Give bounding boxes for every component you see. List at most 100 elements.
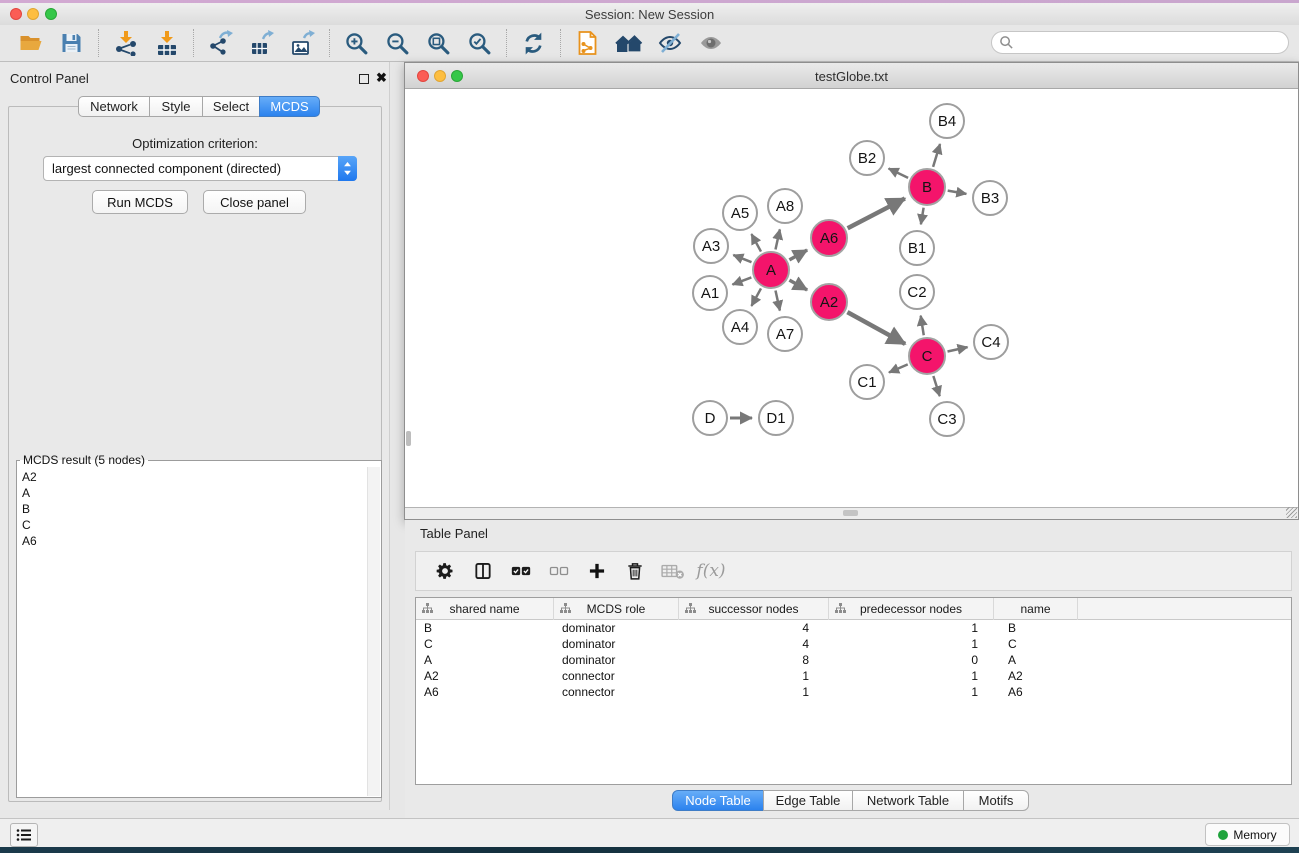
close-panel-icon[interactable]: ✖: [376, 70, 387, 86]
graph-node-A4[interactable]: A4: [722, 309, 758, 345]
memory-button[interactable]: Memory: [1205, 823, 1290, 846]
import-network-from-file-icon[interactable]: [107, 27, 144, 59]
graph-node-D1[interactable]: D1: [758, 400, 794, 436]
search-box[interactable]: [991, 31, 1289, 54]
graph-node-B3[interactable]: B3: [972, 180, 1008, 216]
mcds-result-item[interactable]: A6: [22, 533, 367, 549]
table-cell[interactable]: B: [416, 620, 554, 636]
graph-edge-B-B2[interactable]: [889, 168, 908, 177]
hide-details-icon[interactable]: [651, 27, 688, 59]
search-input[interactable]: [1014, 34, 1288, 52]
table-cell[interactable]: 1: [829, 684, 994, 700]
graph-node-B4[interactable]: B4: [929, 103, 965, 139]
zoom-fit-icon[interactable]: [420, 27, 457, 59]
graph-edge-A6-B[interactable]: [848, 199, 905, 229]
network-canvas[interactable]: B4B2BB3A8A5A6A3B1AA1C2A2A4A7C4CC1C3DD1: [405, 89, 1298, 507]
table-row[interactable]: Cdominator41C: [416, 636, 1291, 652]
network-window-titlebar[interactable]: testGlobe.txt: [405, 63, 1298, 89]
graph-edge-C-C2[interactable]: [921, 316, 924, 336]
table-settings-gear-icon[interactable]: [428, 556, 462, 586]
table-cell[interactable]: A2: [994, 668, 1078, 684]
mcds-result-item[interactable]: C: [22, 517, 367, 533]
add-column-icon[interactable]: [580, 556, 614, 586]
graph-node-A3[interactable]: A3: [693, 228, 729, 264]
graph-edge-B-B3[interactable]: [948, 191, 967, 194]
mcds-result-item[interactable]: B: [22, 501, 367, 517]
table-cell[interactable]: 1: [679, 668, 829, 684]
graph-node-A6[interactable]: A6: [810, 219, 848, 257]
table-cell[interactable]: dominator: [554, 636, 679, 652]
zoom-in-icon[interactable]: [338, 27, 375, 59]
graph-node-A[interactable]: A: [752, 251, 790, 289]
graph-edge-A-A8[interactable]: [775, 229, 779, 249]
table-cell[interactable]: 4: [679, 636, 829, 652]
table-cell[interactable]: A6: [416, 684, 554, 700]
table-cell[interactable]: 1: [829, 636, 994, 652]
zoom-out-icon[interactable]: [379, 27, 416, 59]
tab-network[interactable]: Network: [78, 96, 150, 117]
graph-edge-A-A7[interactable]: [775, 291, 779, 311]
import-table-from-file-icon[interactable]: [148, 27, 185, 59]
table-cell[interactable]: 1: [829, 620, 994, 636]
table-cell[interactable]: A: [416, 652, 554, 668]
table-cell[interactable]: dominator: [554, 652, 679, 668]
mcds-result-list[interactable]: A2ABCA6: [18, 467, 367, 796]
open-session-icon[interactable]: [12, 27, 49, 59]
apply-layout-icon[interactable]: [515, 27, 552, 59]
graph-node-C2[interactable]: C2: [899, 274, 935, 310]
table-cell[interactable]: A2: [416, 668, 554, 684]
graph-node-A2[interactable]: A2: [810, 283, 848, 321]
table-cell[interactable]: dominator: [554, 620, 679, 636]
deselect-all-icon[interactable]: [542, 556, 576, 586]
task-history-list-icon[interactable]: [10, 823, 38, 847]
graph-node-A8[interactable]: A8: [767, 188, 803, 224]
graph-node-A1[interactable]: A1: [692, 275, 728, 311]
table-row[interactable]: A2connector11A2: [416, 668, 1291, 684]
show-details-icon[interactable]: [692, 27, 729, 59]
canvas-horizontal-scroll-thumb[interactable]: [843, 510, 858, 516]
table-cell[interactable]: 1: [679, 684, 829, 700]
table-cell[interactable]: connector: [554, 684, 679, 700]
column-header-MCDS-role[interactable]: MCDS role: [554, 598, 679, 620]
graph-edge-B-B1[interactable]: [921, 208, 924, 225]
column-header-successor-nodes[interactable]: successor nodes: [679, 598, 829, 620]
table-cell[interactable]: 4: [679, 620, 829, 636]
graph-node-B[interactable]: B: [908, 168, 946, 206]
tab-network-table[interactable]: Network Table: [852, 790, 964, 811]
copy-network-icon[interactable]: [569, 27, 606, 59]
graph-edge-B-B4[interactable]: [933, 144, 940, 167]
graph-edge-A-A3[interactable]: [733, 255, 751, 262]
table-cell[interactable]: C: [416, 636, 554, 652]
graph-node-B1[interactable]: B1: [899, 230, 935, 266]
column-header-shared-name[interactable]: shared name: [416, 598, 554, 620]
tab-motifs[interactable]: Motifs: [963, 790, 1029, 811]
export-network-icon[interactable]: [202, 27, 239, 59]
graph-node-D[interactable]: D: [692, 400, 728, 436]
table-cell[interactable]: C: [994, 636, 1078, 652]
graph-node-C1[interactable]: C1: [849, 364, 885, 400]
graph-edge-A-A4[interactable]: [751, 288, 761, 305]
graph-edge-C-C3[interactable]: [933, 376, 939, 396]
mcds-result-item[interactable]: A: [22, 485, 367, 501]
graph-node-B2[interactable]: B2: [849, 140, 885, 176]
graph-edge-C-C1[interactable]: [889, 364, 908, 372]
graph-edge-A-A1[interactable]: [732, 277, 751, 284]
delete-column-trash-icon[interactable]: [618, 556, 652, 586]
show-columns-icon[interactable]: [466, 556, 500, 586]
canvas-vertical-scroll-thumb[interactable]: [406, 431, 411, 446]
graph-node-C4[interactable]: C4: [973, 324, 1009, 360]
mcds-list-scrollbar[interactable]: [367, 467, 380, 796]
zoom-selected-icon[interactable]: [461, 27, 498, 59]
table-cell[interactable]: 1: [829, 668, 994, 684]
graph-node-C3[interactable]: C3: [929, 401, 965, 437]
save-session-icon[interactable]: [53, 27, 90, 59]
table-cell[interactable]: A6: [994, 684, 1078, 700]
tab-edge-table[interactable]: Edge Table: [763, 790, 853, 811]
tab-style[interactable]: Style: [149, 96, 203, 117]
graph-edge-A-A5[interactable]: [751, 234, 761, 251]
graph-edge-A-A2[interactable]: [789, 280, 807, 290]
table-cell[interactable]: B: [994, 620, 1078, 636]
tab-node-table[interactable]: Node Table: [672, 790, 764, 811]
float-panel-icon[interactable]: [359, 74, 369, 84]
graph-node-C[interactable]: C: [908, 337, 946, 375]
